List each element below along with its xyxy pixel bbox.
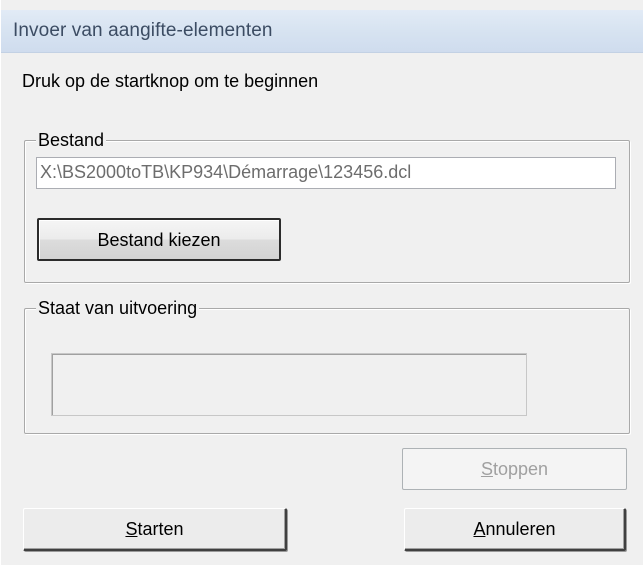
start-label-rest: tarten bbox=[137, 519, 184, 539]
cancel-mnemonic: A bbox=[473, 519, 486, 539]
file-path-field[interactable]: X:\BS2000toTB\KP934\Démarrage\123456.dcl bbox=[36, 157, 616, 189]
start-mnemonic: S bbox=[125, 519, 138, 539]
cancel-button[interactable]: Annuleren bbox=[404, 508, 626, 551]
dialog-window: Invoer van aangifte-elementen Druk op de… bbox=[0, 0, 643, 565]
start-button[interactable]: Starten bbox=[23, 508, 287, 551]
stop-label-rest: toppen bbox=[492, 459, 549, 479]
stop-mnemonic: S bbox=[480, 459, 493, 479]
stop-button[interactable]: Stoppen bbox=[402, 448, 627, 490]
execution-progress-bar bbox=[51, 353, 527, 416]
title-bar[interactable]: Invoer van aangifte-elementen bbox=[1, 10, 643, 53]
choose-file-button[interactable]: Bestand kiezen bbox=[37, 218, 281, 261]
window-title: Invoer van aangifte-elementen bbox=[13, 20, 273, 41]
file-group-legend: Bestand bbox=[36, 130, 107, 150]
cancel-label-rest: nnuleren bbox=[485, 519, 556, 539]
status-group-legend: Staat van uitvoering bbox=[36, 298, 200, 318]
instruction-text: Druk op de startknop om te beginnen bbox=[22, 71, 319, 91]
